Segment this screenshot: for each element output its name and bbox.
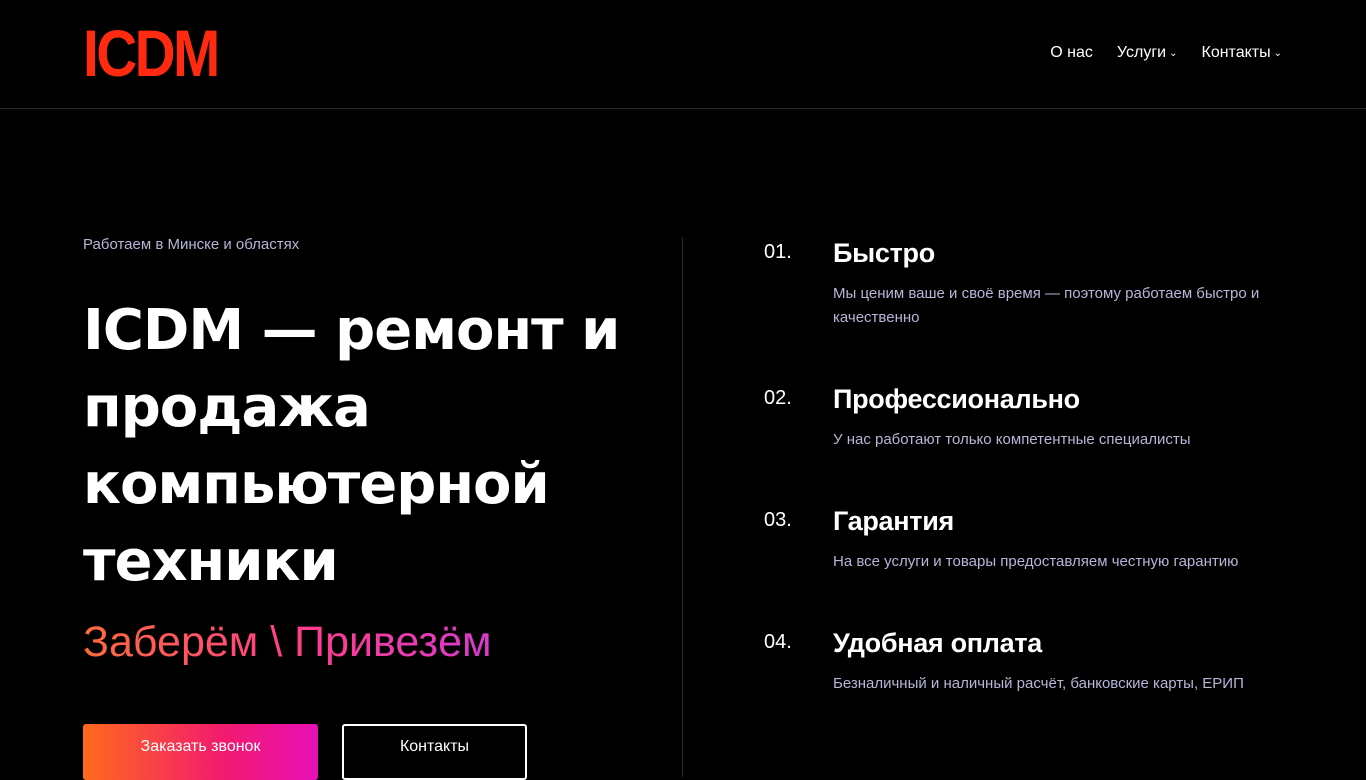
feature-description: Мы ценим ваше и своё время — поэтому раб…	[833, 285, 1260, 326]
feature-title: Гарантия	[833, 506, 954, 536]
nav-item-about[interactable]: О нас	[1050, 44, 1093, 62]
hero-tagline: Работаем в Минске и областях	[83, 236, 300, 253]
chevron-down-icon: ⌄	[1273, 48, 1282, 59]
vertical-divider	[682, 237, 683, 777]
nav-label: О нас	[1050, 44, 1093, 61]
feature-title: Профессионально	[833, 384, 1080, 414]
site-header: ICDM О нас Услуги ⌄ Контакты ⌄	[0, 0, 1366, 109]
feature-number: 04.	[764, 631, 792, 653]
feature-description: У нас работают только компетентные специ…	[833, 431, 1191, 448]
nav-item-services[interactable]: Услуги ⌄	[1117, 44, 1178, 62]
feature-description: На все услуги и товары предоставляем чес…	[833, 553, 1239, 570]
feature-number: 02.	[764, 387, 792, 409]
button-label: Заказать звонок	[140, 738, 261, 755]
feature-title: Быстро	[833, 238, 935, 268]
hero-headline: ICDM — ремонт и продажа компьютерной тех…	[83, 298, 620, 594]
feature-number: 01.	[764, 241, 792, 263]
nav-item-contacts[interactable]: Контакты ⌄	[1202, 44, 1283, 62]
chevron-down-icon: ⌄	[1169, 48, 1178, 59]
hero-subline: Заберём \ Привезём	[83, 618, 492, 666]
feature-number: 03.	[764, 509, 792, 531]
button-label: Контакты	[399, 738, 470, 755]
nav-label: Контакты	[1201, 44, 1271, 61]
contacts-button[interactable]: Контакты	[342, 724, 527, 780]
nav-label: Услуги	[1116, 44, 1167, 61]
order-call-button[interactable]: Заказать звонок	[83, 724, 318, 780]
feature-title: Удобная оплата	[833, 628, 1042, 658]
logo[interactable]: ICDM	[83, 20, 220, 86]
main-nav: О нас Услуги ⌄ Контакты ⌄	[1050, 44, 1282, 62]
feature-description: Безналичный и наличный расчёт, банковски…	[833, 675, 1244, 692]
